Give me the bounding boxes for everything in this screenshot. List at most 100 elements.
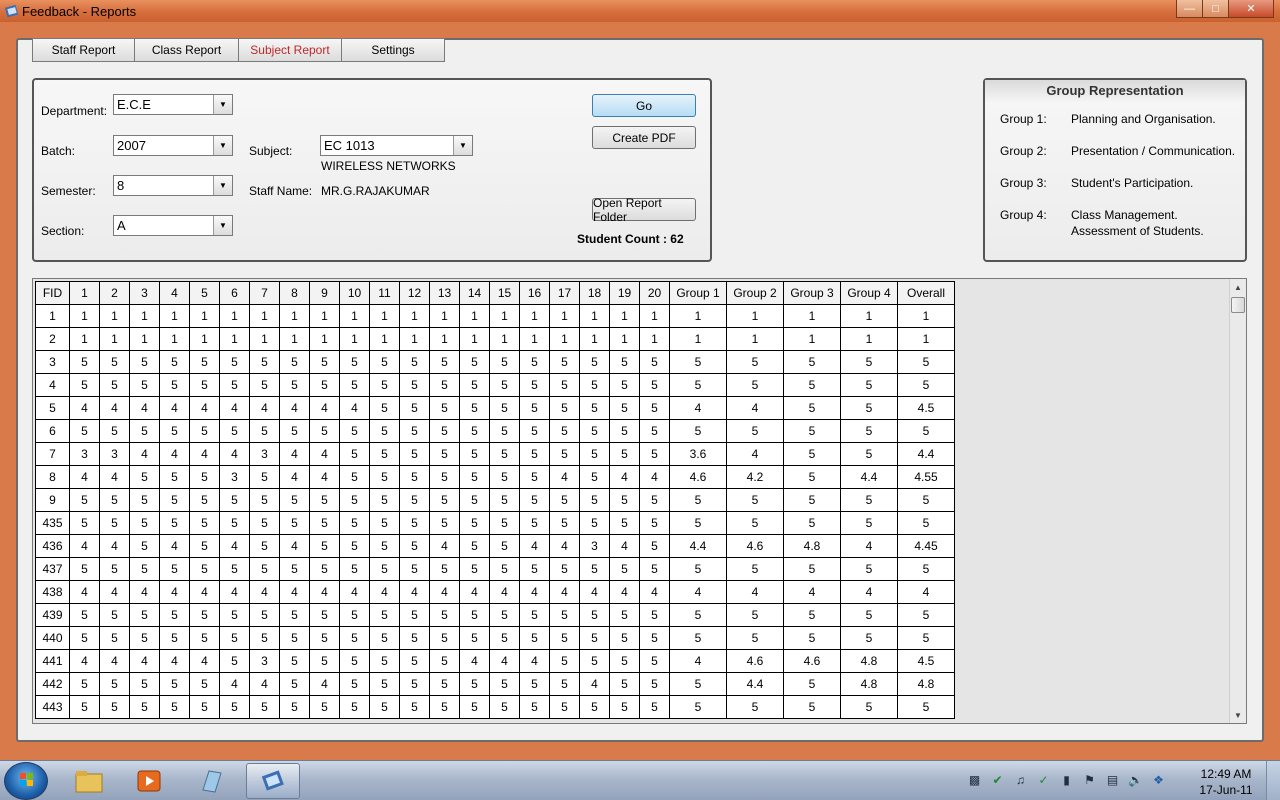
table-cell[interactable]: 5 [579, 373, 610, 397]
table-cell[interactable]: 5 [189, 419, 220, 443]
table-cell[interactable]: 5 [429, 695, 460, 719]
table-cell[interactable]: 5 [579, 695, 610, 719]
table-cell[interactable]: 3 [249, 649, 280, 673]
table-cell[interactable]: 1 [159, 304, 190, 328]
table-row[interactable]: 442 5 5 5 5 5 4 4 5 4 5 5 5 5 5 5 5 5 4 5 5 5 4.4 5 4.8 4.8 [35, 672, 955, 696]
table-cell[interactable]: 5 [189, 672, 220, 696]
table-cell[interactable]: 5 [219, 419, 250, 443]
table-cell[interactable]: 5 [189, 373, 220, 397]
table-cell[interactable]: 4 [549, 465, 580, 489]
table-cell[interactable]: 4 [159, 580, 190, 604]
table-cell[interactable]: 4 [489, 649, 520, 673]
table-cell[interactable]: 5 [519, 373, 550, 397]
table-cell[interactable]: 4 [279, 465, 310, 489]
table-cell[interactable]: 5 [189, 534, 220, 558]
table-cell[interactable]: 5 [429, 511, 460, 535]
table-cell[interactable]: 5 [189, 511, 220, 535]
table-cell[interactable]: 5 [309, 488, 340, 512]
taskbar-media-player[interactable] [122, 763, 176, 799]
table-cell[interactable]: 5 [609, 649, 640, 673]
table-cell[interactable]: 5 [159, 373, 190, 397]
table-cell[interactable]: 4 [309, 465, 340, 489]
table-cell[interactable]: 5 [726, 373, 784, 397]
table-cell[interactable]: 4 [159, 396, 190, 420]
table-cell[interactable]: 5 [369, 672, 400, 696]
table-cell[interactable]: 5 [99, 603, 130, 627]
table-cell[interactable]: 5 [669, 511, 727, 535]
vertical-scrollbar[interactable]: ▲ ▼ [1229, 279, 1246, 723]
column-header[interactable]: 20 [639, 281, 670, 305]
table-cell[interactable]: 4 [129, 580, 160, 604]
table-row[interactable]: 95555555555555555555555555 [35, 488, 955, 512]
tab-staff-report[interactable]: Staff Report [32, 38, 135, 62]
table-cell[interactable]: 5 [459, 511, 490, 535]
table-cell[interactable]: 1 [726, 327, 784, 351]
table-cell[interactable]: 4 [159, 442, 190, 466]
table-cell[interactable]: 440 [35, 626, 70, 650]
table-cell[interactable]: 1 [489, 327, 520, 351]
table-cell[interactable]: 1 [219, 327, 250, 351]
table-cell[interactable]: 5 [726, 511, 784, 535]
table-cell[interactable]: 5 [783, 442, 841, 466]
table-cell[interactable]: 4 [897, 580, 955, 604]
table-cell[interactable]: 5 [69, 557, 100, 581]
open-report-folder-button[interactable]: Open Report Folder [592, 196, 696, 224]
table-cell[interactable]: 5 [429, 419, 460, 443]
table-cell[interactable]: 5 [429, 557, 460, 581]
table-cell[interactable]: 5 [783, 350, 841, 374]
column-header[interactable]: Group 2 [726, 281, 784, 305]
tab-subject-report[interactable]: Subject Report [238, 38, 342, 62]
table-cell[interactable]: 4 [249, 396, 280, 420]
table-cell[interactable]: 4 [726, 580, 784, 604]
table-cell[interactable]: 4 [639, 580, 670, 604]
subject-select[interactable]: EC 1013 ▼ [320, 135, 473, 156]
table-cell[interactable]: 1 [189, 327, 220, 351]
column-header[interactable]: 6 [219, 281, 250, 305]
table-cell[interactable]: 5 [459, 488, 490, 512]
table-cell[interactable]: 5 [69, 373, 100, 397]
department-select[interactable]: E.C.E ▼ [113, 94, 233, 115]
table-cell[interactable]: 5 [609, 603, 640, 627]
table-cell[interactable]: 1 [429, 327, 460, 351]
table-cell[interactable]: 437 [35, 557, 70, 581]
table-cell[interactable]: 5 [339, 672, 370, 696]
table-cell[interactable]: 5 [309, 695, 340, 719]
table-cell[interactable]: 5 [399, 488, 430, 512]
table-cell[interactable]: 5 [459, 442, 490, 466]
table-cell[interactable]: 5 [399, 649, 430, 673]
table-cell[interactable]: 5 [639, 534, 670, 558]
table-cell[interactable]: 4 [279, 442, 310, 466]
table-cell[interactable]: 5 [579, 488, 610, 512]
table-cell[interactable]: 5 [609, 695, 640, 719]
table-cell[interactable]: 5 [639, 396, 670, 420]
table-cell[interactable]: 1 [219, 304, 250, 328]
table-cell[interactable]: 5 [249, 350, 280, 374]
table-cell[interactable]: 1 [429, 304, 460, 328]
table-cell[interactable]: 5 [339, 488, 370, 512]
table-cell[interactable]: 5 [609, 373, 640, 397]
table-cell[interactable]: 5 [309, 557, 340, 581]
table-cell[interactable]: 5 [489, 603, 520, 627]
table-cell[interactable]: 5 [897, 557, 955, 581]
table-cell[interactable]: 4 [669, 649, 727, 673]
table-cell[interactable]: 5 [489, 557, 520, 581]
table-cell[interactable]: 5 [669, 419, 727, 443]
table-row[interactable]: 435 5 5 5 5 5 5 5 5 5 5 5 5 5 5 5 5 5 5 5 5 5 5 5 5 5 [35, 511, 955, 535]
table-cell[interactable]: 5 [609, 442, 640, 466]
table-cell[interactable]: 5 [639, 442, 670, 466]
table-cell[interactable]: 5 [339, 603, 370, 627]
column-header[interactable]: Group 1 [669, 281, 727, 305]
table-cell[interactable]: 5 [369, 534, 400, 558]
table-cell[interactable]: 5 [339, 465, 370, 489]
table-cell[interactable]: 4 [279, 534, 310, 558]
table-cell[interactable]: 5 [840, 373, 898, 397]
table-cell[interactable]: 5 [519, 350, 550, 374]
table-cell[interactable]: 5 [609, 511, 640, 535]
table-cell[interactable]: 5 [609, 488, 640, 512]
table-cell[interactable]: 5 [159, 465, 190, 489]
table-row[interactable]: 7 3 3 4 4 4 4 3 4 4 5 5 5 5 5 5 5 5 5 5 5 3.6 4 5 5 4.4 [35, 442, 955, 466]
table-cell[interactable]: 5 [69, 488, 100, 512]
table-cell[interactable]: 5 [249, 695, 280, 719]
table-cell[interactable]: 5 [69, 419, 100, 443]
table-cell[interactable]: 5 [519, 603, 550, 627]
